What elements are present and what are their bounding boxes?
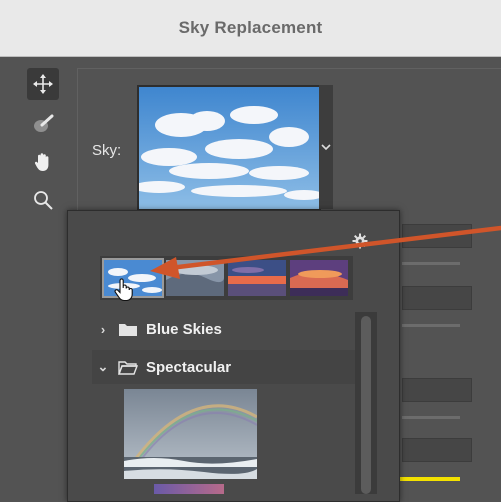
scrollbar-thumb[interactable] — [361, 316, 371, 494]
setting-slider-3[interactable] — [402, 416, 460, 419]
brush-icon — [34, 114, 54, 132]
title-bar: Sky Replacement — [0, 0, 501, 57]
move-tool-button[interactable] — [27, 68, 59, 100]
folder-icon — [119, 323, 137, 336]
sky-dropdown-button[interactable] — [319, 85, 333, 209]
zoom-tool-button[interactable] — [27, 184, 59, 216]
chevron-down-icon: ⌄ — [97, 359, 109, 374]
preset-group-blue-skies[interactable]: › Blue Skies — [92, 312, 355, 346]
setting-field-2[interactable] — [402, 286, 472, 310]
preset-group-spectacular[interactable]: ⌄ Spectacular — [92, 350, 355, 384]
hand-icon — [34, 153, 49, 171]
preset-group-label: Blue Skies — [146, 320, 222, 338]
tool-panel — [24, 68, 62, 238]
move-icon — [33, 74, 53, 94]
preset-group-label: Spectacular — [146, 358, 232, 376]
window-title: Sky Replacement — [178, 18, 323, 37]
highlight-slider[interactable] — [398, 477, 460, 481]
hand-pointer-cursor-icon — [114, 278, 133, 302]
hand-tool-button[interactable] — [27, 146, 59, 178]
preset-sky-thumbnail[interactable] — [154, 484, 224, 494]
sky-preview-image — [139, 87, 319, 209]
sky-preview-thumbnail[interactable] — [137, 85, 321, 211]
setting-field-4[interactable] — [402, 438, 472, 462]
folder-open-icon — [118, 360, 138, 375]
sky-label: Sky: — [92, 142, 122, 159]
sky-brush-tool-button[interactable] — [27, 108, 59, 140]
magnifier-icon — [34, 191, 53, 210]
chevron-down-icon — [321, 144, 331, 151]
annotation-arrow — [150, 225, 501, 279]
chevron-right-icon: › — [100, 321, 106, 337]
setting-slider-2[interactable] — [402, 324, 460, 327]
preset-sky-thumbnail[interactable] — [124, 389, 257, 479]
setting-field-3[interactable] — [402, 378, 472, 402]
